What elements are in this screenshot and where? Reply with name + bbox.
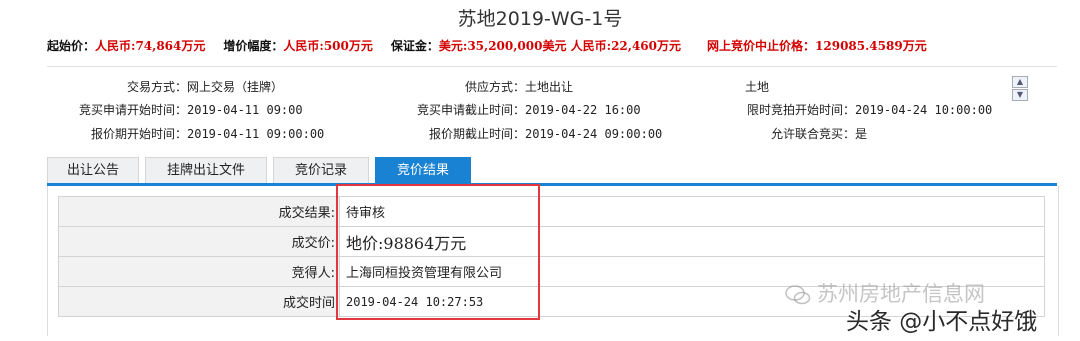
deal-price-label: 成交价: [58, 226, 340, 257]
supply-mode-label: 供应方式： [464, 80, 525, 94]
tab-bid-records[interactable]: 竞价记录 [273, 157, 369, 183]
bid-start-label: 限时竞拍开始时间： [746, 103, 855, 117]
tab-bid-result[interactable]: 竞价结果 [375, 157, 471, 183]
wechat-icon [785, 285, 811, 305]
bid-start-value: 2019-04-24 10:00:00 [855, 103, 993, 117]
table-row: 成交结果: 待审核 [58, 196, 1045, 227]
land-type: 土地 [745, 80, 770, 94]
stop-price-value: 129085.4589万元 [815, 39, 927, 53]
apply-start-label: 竞买申请开始时间： [78, 103, 187, 117]
quote-start-value: 2019-04-11 09:00:00 [187, 127, 325, 141]
deposit-value: 美元:35,200,000美元 人民币:22,460万元 [438, 39, 682, 53]
quote-end-value: 2019-04-24 09:00:00 [525, 127, 663, 141]
winner-label: 竞得人: [58, 256, 340, 287]
author-watermark: 头条 @小不点好饿 [846, 309, 1038, 335]
trade-mode-label: 交易方式： [126, 80, 187, 94]
apply-end-value: 2019-04-22 16:00 [525, 103, 641, 117]
info-scroller[interactable]: ▲ ▼ [1012, 76, 1028, 101]
quote-start-label: 报价期开始时间： [90, 127, 187, 141]
highlight-box [336, 184, 540, 320]
start-price-value: 人民币:74,864万元 [95, 39, 206, 53]
stop-price-label: 网上竞价中止价格： [707, 39, 816, 53]
supply-mode-value: 土地出让 [525, 80, 574, 94]
start-price-label: 起始价： [47, 39, 96, 53]
table-row: 成交价: 地价:98864万元 [58, 226, 1045, 257]
increment-label: 增价幅度： [223, 39, 284, 53]
deal-time-label: 成交时间 [58, 286, 340, 317]
increment-value: 人民币:500万元 [283, 39, 373, 53]
quote-end-label: 报价期截止时间： [428, 127, 525, 141]
page-title: 苏地2019-WG-1号 [457, 8, 623, 30]
listing-info: 交易方式：网上交易（挂牌） 供应方式：土地出让 土地 竞买申请开始时间：2019… [47, 66, 1057, 155]
joint-bid-value: 是 [855, 127, 868, 141]
price-bar: 起始价：人民币:74,864万元 增价幅度：人民币:500万元 保证金：美元:35,… [47, 37, 927, 54]
apply-end-label: 竞买申请截止时间： [416, 103, 525, 117]
tab-listing-documents[interactable]: 挂牌出让文件 [145, 157, 267, 183]
result-status-label: 成交结果: [58, 196, 340, 227]
deposit-label: 保证金： [390, 39, 439, 53]
tab-announcement[interactable]: 出让公告 [47, 157, 139, 183]
scroll-down-icon[interactable]: ▼ [1012, 89, 1028, 101]
joint-bid-label: 允许联合竞买： [770, 127, 855, 141]
trade-mode-value: 网上交易（挂牌） [187, 80, 284, 94]
apply-start-value: 2019-04-11 09:00 [187, 103, 303, 117]
tab-bar: 出让公告 挂牌出让文件 竞价记录 竞价结果 [47, 157, 1057, 184]
scroll-up-icon[interactable]: ▲ [1012, 76, 1028, 88]
